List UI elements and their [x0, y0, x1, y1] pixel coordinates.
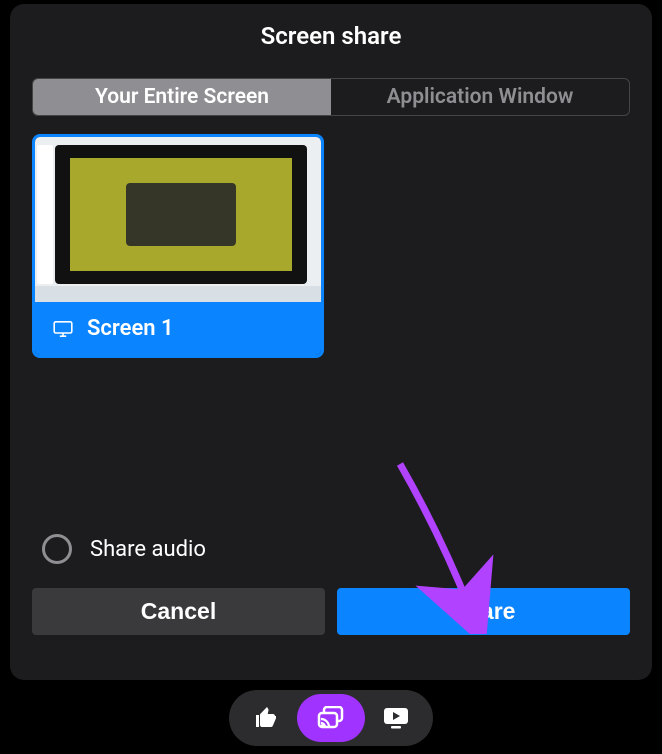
monitor-icon	[53, 321, 73, 337]
tab-application-window[interactable]: Application Window	[331, 79, 629, 115]
thumbs-up-button[interactable]	[235, 696, 297, 740]
share-audio-row: Share audio	[32, 534, 630, 564]
dialog-title: Screen share	[32, 22, 630, 50]
screen-option-1[interactable]: Screen 1	[32, 134, 324, 358]
video-present-icon	[383, 707, 409, 729]
share-button[interactable]: Share	[337, 588, 630, 635]
screen-share-dialog: Screen share Your Entire Screen Applicat…	[10, 4, 652, 680]
cast-button[interactable]	[297, 694, 365, 742]
share-audio-label: Share audio	[90, 537, 206, 562]
cancel-button[interactable]: Cancel	[32, 588, 325, 635]
share-mode-tabs: Your Entire Screen Application Window	[32, 78, 630, 116]
bottom-toolbar	[229, 690, 433, 746]
screen-label-row: Screen 1	[35, 302, 321, 355]
thumbs-up-icon	[254, 706, 278, 730]
video-present-button[interactable]	[365, 696, 427, 740]
dialog-buttons: Cancel Share	[32, 588, 630, 635]
screen-thumbnail	[35, 137, 321, 302]
tab-entire-screen[interactable]: Your Entire Screen	[33, 79, 331, 115]
share-audio-radio[interactable]	[42, 534, 72, 564]
screens-list: Screen 1	[32, 134, 630, 364]
screen-label-text: Screen 1	[87, 316, 174, 341]
cast-icon	[317, 706, 345, 730]
